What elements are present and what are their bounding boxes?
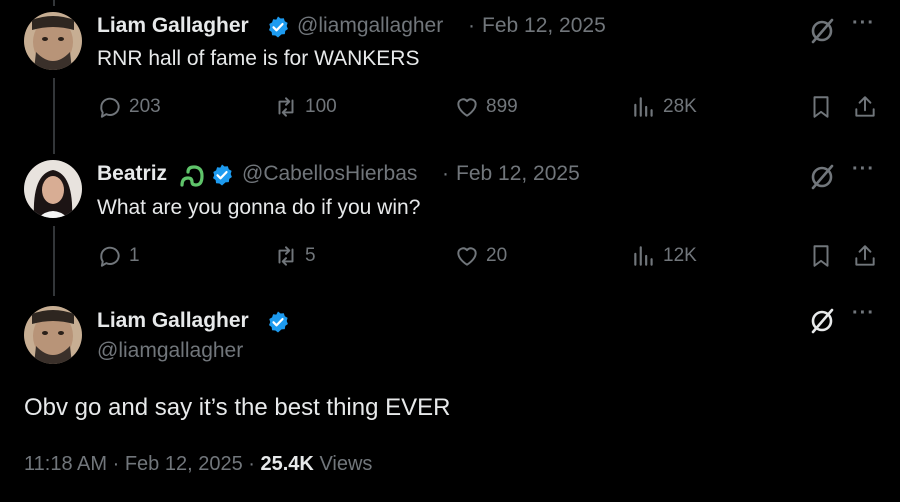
reply-button[interactable]: 203 [97,94,161,120]
share-icon[interactable] [852,94,878,120]
views-label: Views [319,453,373,475]
bookmark-icon[interactable] [808,94,834,120]
repost-count: 100 [305,96,337,117]
avatar-beatriz[interactable] [24,160,82,218]
views-icon [634,97,653,117]
like-button[interactable]: 899 [454,94,518,120]
avatar-liam-1[interactable] [24,12,82,70]
tweet-time[interactable]: 11:18 AM [24,453,107,475]
reply-button[interactable]: 1 [97,243,140,269]
separator: · [248,453,255,475]
author-handle[interactable]: @liamgallagher [297,14,443,38]
reply-count: 1 [129,245,140,266]
avatar-image [24,306,82,364]
separator: · [442,162,449,185]
views-count: 12K [663,245,697,266]
thread-line-top [53,0,55,6]
views-icon [634,246,653,266]
thread-line-1 [53,78,55,154]
grok-icon[interactable] [808,17,836,45]
avatar-image [24,12,82,70]
tweet-date[interactable]: Feb 12, 2025 [456,162,580,186]
reply-count: 203 [129,96,161,117]
reply-icon [100,97,120,118]
separator: · [112,453,120,475]
like-icon [457,247,477,266]
repost-icon [278,97,294,117]
verified-badge-icon [213,164,232,186]
author-name[interactable]: Liam Gallagher [97,14,249,38]
repost-count: 5 [305,245,316,266]
author-name[interactable]: Liam Gallagher [97,309,249,333]
author-handle[interactable]: @CabellosHierbas [242,162,417,186]
tweet-text: What are you gonna do if you win? [97,196,421,219]
more-icon[interactable]: ··· [852,158,875,181]
like-count: 899 [486,96,518,117]
reply-icon [100,246,120,267]
bookmark-icon[interactable] [808,243,834,269]
tweet-meta: 11:18 AM · Feb 12, 2025 · 25.4K Views [24,453,372,476]
author-name[interactable]: Beatriz [97,162,167,186]
share-icon[interactable] [852,243,878,269]
views-count: 28K [663,96,697,117]
like-count: 20 [486,245,508,266]
tweet-date[interactable]: Feb 12, 2025 [482,14,606,38]
views-count: 25.4K [260,453,314,475]
tweet-text: RNR hall of fame is for WANKERS [97,47,420,70]
main-tweet-text: Obv go and say it’s the best thing EVER [24,394,451,421]
like-icon [457,98,477,117]
views-button[interactable]: 12K [631,243,697,269]
tweet-date[interactable]: Feb 12, 2025 [125,453,243,475]
repost-icon [278,246,294,266]
avatar-liam-main[interactable] [24,306,82,364]
more-icon[interactable]: ··· [852,12,875,35]
separator: · [468,14,475,37]
repost-button[interactable]: 5 [273,243,316,269]
verified-badge-icon [269,16,288,38]
thread-line-2 [53,226,55,296]
grok-icon[interactable] [808,163,836,191]
grok-icon[interactable] [808,307,836,335]
author-handle[interactable]: @liamgallagher [97,339,243,363]
more-icon[interactable]: ··· [852,302,875,325]
like-button[interactable]: 20 [454,243,507,269]
avatar-image [24,160,82,218]
views-button[interactable]: 28K [631,94,697,120]
snake-emoji-icon [180,165,204,187]
repost-button[interactable]: 100 [273,94,337,120]
verified-badge-icon [269,311,288,333]
